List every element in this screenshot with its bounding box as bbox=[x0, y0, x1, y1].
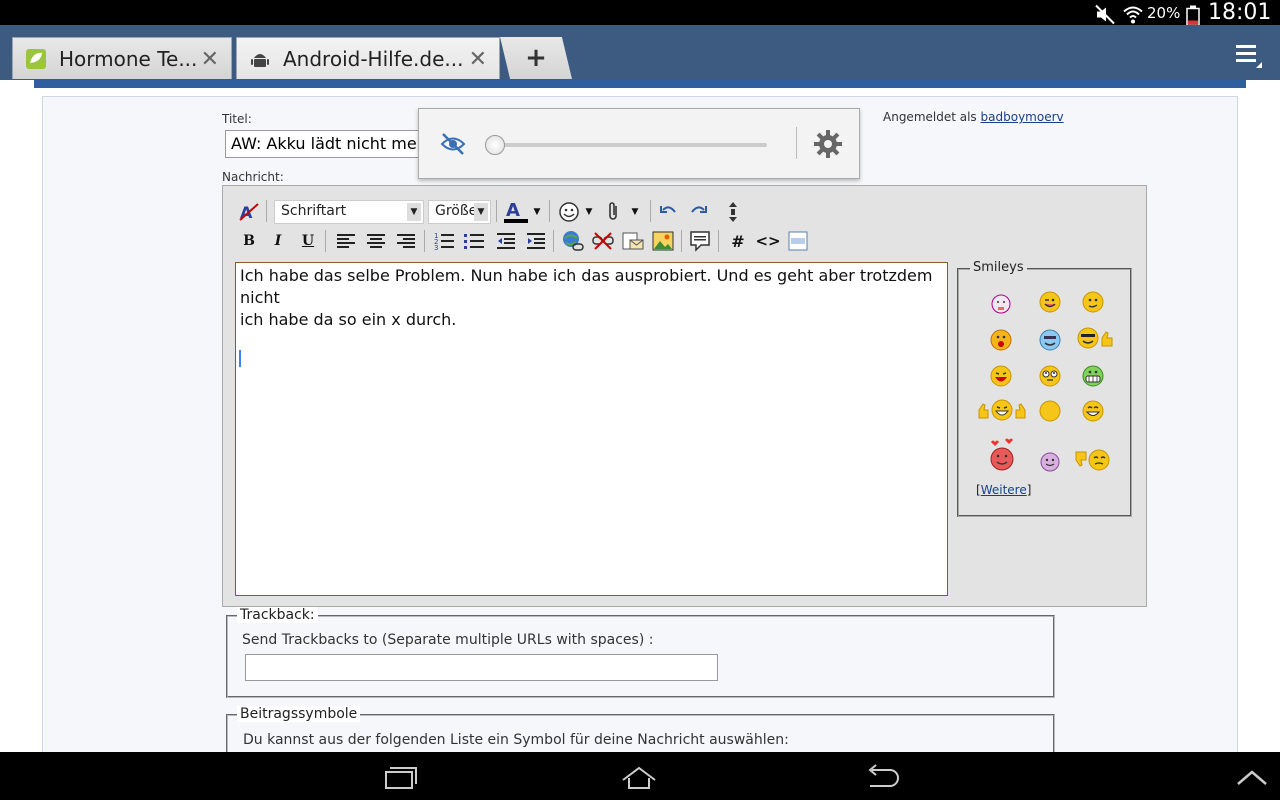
align-right-icon[interactable] bbox=[394, 229, 418, 253]
home-icon[interactable] bbox=[621, 764, 657, 790]
align-left-icon[interactable] bbox=[334, 229, 358, 253]
login-prefix: Angemeldet als bbox=[883, 110, 977, 124]
wrap-code-button[interactable]: <> bbox=[755, 229, 780, 253]
trackback-instruction: Send Trackbacks to (Separate multiple UR… bbox=[242, 632, 654, 648]
smiley-thumbsup-icon[interactable] bbox=[1076, 326, 1114, 350]
menu-icon[interactable] bbox=[1234, 42, 1264, 70]
svg-text:A: A bbox=[506, 200, 520, 221]
trackback-input[interactable] bbox=[245, 654, 718, 681]
undo-icon[interactable] bbox=[657, 200, 681, 224]
close-tab-icon[interactable]: ✕ bbox=[201, 47, 219, 72]
chevron-down-icon[interactable]: ▼ bbox=[582, 200, 596, 224]
post-icons-instruction: Du kannst aus der folgenden Liste ein Sy… bbox=[243, 732, 789, 748]
smiley-purple-icon[interactable] bbox=[1038, 450, 1062, 474]
mute-icon bbox=[1095, 4, 1115, 25]
smiley-blank-icon[interactable] bbox=[1038, 399, 1062, 423]
brightness-slider-knob[interactable] bbox=[485, 135, 505, 155]
svg-text:3: 3 bbox=[434, 244, 438, 252]
smiley-tongue-icon[interactable] bbox=[989, 292, 1013, 316]
header-accent-line bbox=[34, 80, 1246, 88]
more-smileys-link[interactable]: Weitere bbox=[981, 483, 1027, 497]
text-cursor bbox=[239, 350, 241, 367]
unordered-list-icon[interactable] bbox=[462, 229, 486, 253]
smiley-rolleyes-icon[interactable] bbox=[1038, 364, 1062, 388]
chevron-down-icon[interactable]: ▼ bbox=[628, 200, 642, 224]
brightness-slider-track[interactable] bbox=[495, 143, 767, 147]
resize-editor-icon[interactable] bbox=[721, 200, 745, 224]
smiley-double-thumbsup-icon[interactable] bbox=[977, 398, 1027, 422]
new-tab-button[interactable]: + bbox=[500, 37, 572, 79]
post-icons-legend: Beitragssymbole bbox=[237, 706, 361, 722]
smiley-happy-icon[interactable] bbox=[1081, 399, 1105, 423]
status-bar: 20% 18:01 bbox=[0, 0, 1280, 27]
wrap-hash-button[interactable]: # bbox=[726, 229, 750, 253]
chevron-down-icon: ▼ bbox=[474, 203, 488, 221]
title-label: Titel: bbox=[222, 112, 252, 126]
navigation-bar bbox=[0, 752, 1280, 800]
smiley-surprised-icon[interactable] bbox=[989, 328, 1013, 352]
outdent-icon[interactable] bbox=[494, 229, 518, 253]
battery-text: 20% bbox=[1147, 3, 1181, 22]
font-select-value: Schriftart bbox=[281, 203, 347, 219]
wifi-icon bbox=[1123, 6, 1143, 24]
trackback-legend: Trackback: bbox=[237, 607, 318, 623]
smart-stay-eye-icon[interactable] bbox=[440, 131, 466, 157]
chevron-up-icon[interactable] bbox=[1234, 766, 1270, 792]
smiley-insert-icon[interactable] bbox=[557, 200, 581, 224]
back-icon[interactable] bbox=[864, 764, 900, 790]
italic-button[interactable]: I bbox=[266, 229, 290, 253]
tab-bar: Hormone Te... ✕ Android-Hilfe.de... ✕ + bbox=[0, 25, 1280, 80]
chevron-down-icon: ▼ bbox=[407, 203, 421, 221]
message-line: ich habe da so ein x durch. bbox=[240, 310, 457, 329]
message-line: Ich habe das selbe Problem. Nun habe ich… bbox=[240, 266, 933, 307]
size-select-value: Größe bbox=[435, 203, 478, 219]
popup-divider bbox=[796, 127, 797, 159]
size-select[interactable]: Größe ▼ bbox=[428, 200, 491, 224]
android-favicon-icon bbox=[251, 53, 269, 67]
close-tab-icon[interactable]: ✕ bbox=[469, 47, 487, 72]
insert-email-icon[interactable] bbox=[621, 229, 645, 253]
message-textarea[interactable]: Ich habe das selbe Problem. Nun habe ich… bbox=[235, 262, 948, 596]
more-smileys: [Weitere] bbox=[976, 483, 1032, 497]
username-link[interactable]: badboymoerv bbox=[981, 110, 1064, 124]
smiley-laugh-icon[interactable] bbox=[989, 364, 1013, 388]
tab-title: Hormone Te... bbox=[59, 46, 198, 71]
title-input[interactable]: AW: Akku lädt nicht mehr bbox=[225, 130, 445, 158]
attachment-icon[interactable] bbox=[602, 200, 626, 224]
login-info: Angemeldet als badboymoerv bbox=[883, 110, 1064, 124]
smiley-in-love-icon[interactable] bbox=[987, 438, 1017, 472]
underline-button[interactable]: U bbox=[296, 229, 320, 253]
smiley-cool-blue-icon[interactable] bbox=[1038, 328, 1062, 352]
insert-image-icon[interactable] bbox=[651, 229, 675, 253]
message-label: Nachricht: bbox=[222, 170, 284, 184]
chevron-down-icon[interactable]: ▼ bbox=[530, 200, 544, 224]
wrap-php-icon[interactable] bbox=[786, 229, 810, 253]
smiley-grin-green-icon[interactable] bbox=[1081, 364, 1105, 388]
tab-hormone[interactable]: Hormone Te... ✕ bbox=[12, 37, 232, 79]
remove-link-icon[interactable] bbox=[591, 229, 615, 253]
smiley-wink-icon[interactable] bbox=[1038, 290, 1062, 314]
smiley-thumbsdown-icon[interactable] bbox=[1074, 448, 1112, 472]
indent-icon[interactable] bbox=[524, 229, 548, 253]
align-center-icon[interactable] bbox=[364, 229, 388, 253]
recent-apps-icon[interactable] bbox=[382, 764, 418, 790]
smileys-legend: Smileys bbox=[970, 260, 1027, 275]
font-color-icon[interactable]: A bbox=[502, 199, 530, 225]
gear-icon[interactable] bbox=[813, 129, 843, 159]
font-select[interactable]: Schriftart ▼ bbox=[274, 200, 424, 224]
leaf-favicon-icon bbox=[26, 48, 46, 69]
remove-format-icon[interactable]: A bbox=[237, 200, 261, 224]
tab-android-hilfe[interactable]: Android-Hilfe.de... ✕ bbox=[236, 37, 500, 79]
insert-link-icon[interactable] bbox=[561, 229, 585, 253]
smiley-neutral-icon[interactable] bbox=[1081, 290, 1105, 314]
brightness-popup bbox=[418, 108, 860, 179]
ordered-list-icon[interactable]: 1 2 3 bbox=[432, 229, 456, 253]
quote-icon[interactable] bbox=[688, 229, 712, 253]
bold-button[interactable]: B bbox=[237, 229, 261, 253]
clock-text: 18:01 bbox=[1208, 0, 1272, 25]
tab-title: Android-Hilfe.de... bbox=[283, 46, 464, 71]
redo-icon[interactable] bbox=[686, 200, 710, 224]
